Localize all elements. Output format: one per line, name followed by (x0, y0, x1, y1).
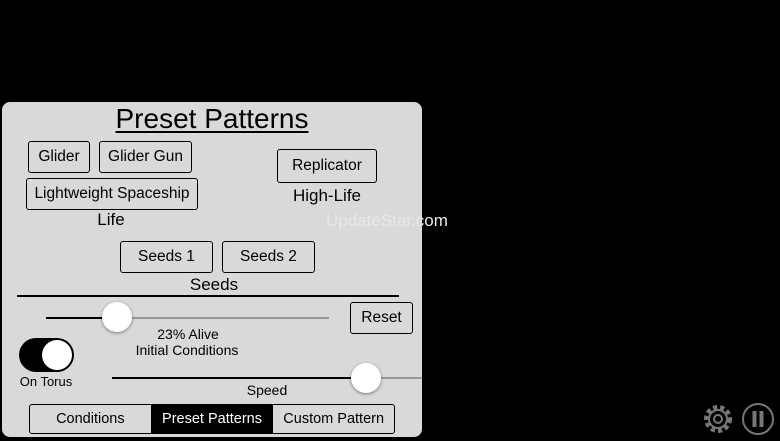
divider (17, 295, 399, 297)
torus-label: On Torus (19, 374, 73, 389)
tab-custom-pattern[interactable]: Custom Pattern (273, 405, 394, 433)
gear-icon (704, 405, 732, 433)
pause-button[interactable] (741, 402, 775, 436)
tab-preset-patterns[interactable]: Preset Patterns (151, 405, 274, 433)
alive-slider-track[interactable] (116, 317, 329, 319)
replicator-button[interactable]: Replicator (277, 149, 377, 183)
reset-button[interactable]: Reset (350, 302, 413, 334)
settings-button[interactable] (701, 402, 735, 436)
seeds-label: Seeds (189, 275, 239, 294)
watermark: UpdateStar.com (326, 211, 448, 230)
speed-label: Speed (246, 382, 288, 398)
seeds-1-button[interactable]: Seeds 1 (120, 241, 213, 273)
speed-slider-fill (112, 377, 366, 379)
torus-toggle[interactable] (19, 338, 74, 372)
alive-slider-knob[interactable] (102, 302, 132, 332)
mode-tabs: Conditions Preset Patterns Custom Patter… (29, 404, 395, 434)
panel-title: Preset Patterns (115, 103, 309, 134)
lightweight-spaceship-button[interactable]: Lightweight Spaceship (26, 178, 198, 210)
glider-button[interactable]: Glider (28, 141, 90, 173)
high-life-label: High-Life (292, 186, 362, 205)
toggle-knob (42, 340, 72, 370)
preset-patterns-panel: Preset Patterns Glider Glider Gun Lightw… (2, 102, 422, 437)
speed-slider-knob[interactable] (351, 363, 381, 393)
alive-percentage: 23% Alive (157, 326, 219, 342)
tab-conditions[interactable]: Conditions (30, 405, 152, 433)
life-label: Life (97, 210, 125, 229)
seeds-2-button[interactable]: Seeds 2 (222, 241, 315, 273)
pause-icon (742, 403, 774, 435)
glider-gun-button[interactable]: Glider Gun (99, 141, 192, 173)
initial-conditions-label: Initial Conditions (135, 342, 239, 358)
